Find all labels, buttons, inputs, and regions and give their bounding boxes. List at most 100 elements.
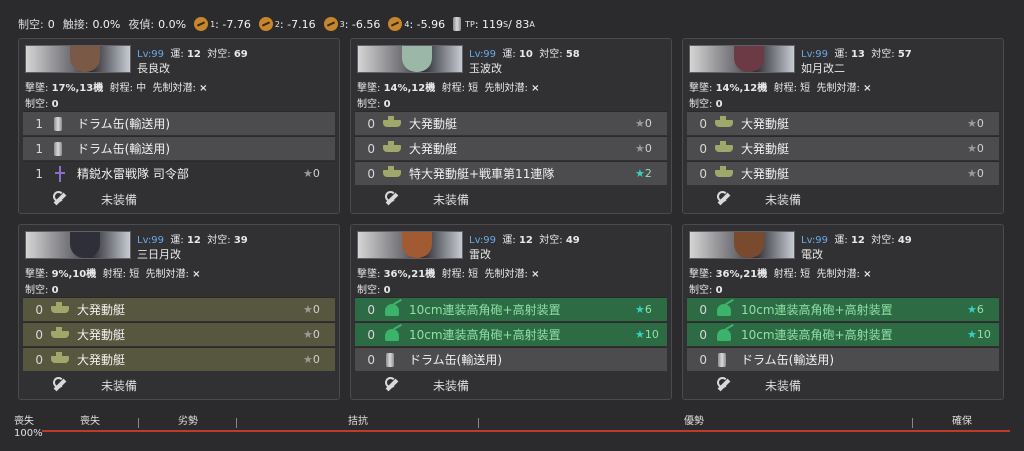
ship-name: 如月改二 [801,62,845,75]
reinforcement-slot[interactable]: 未装備 [687,187,999,211]
wrench-icon [51,190,69,208]
wrench-icon [715,190,733,208]
reinforcement-slot[interactable]: 未装備 [23,373,335,397]
ship-card[interactable]: Lv:99 運: 12 対空: 69 長良改 撃墜: 17%,13機 射程: 中… [18,38,340,214]
equipment-slot[interactable]: 0 大発動艇 ★0 [355,136,667,160]
ship-shootdown: 36%,21機 [383,269,436,280]
ship-asw: × [531,83,540,94]
equipment-slot[interactable]: 0 大発動艇 ★0 [687,161,999,185]
equipment-slot[interactable]: 0 大発動艇 ★0 [687,111,999,135]
ship-range: 短 [800,83,811,94]
ship-asw: × [863,83,872,94]
ship-range: 短 [468,269,479,280]
seaplane-icon [258,17,273,31]
landing-craft-icon [383,141,401,152]
ship-aa: 57 [897,49,912,60]
equipment-slot[interactable]: 0 大発動艇 ★0 [23,322,335,346]
equipment-slot[interactable]: 0 10cm連装高角砲+高射装置 ★10 [687,322,999,346]
slot-count: 0 [367,166,375,181]
night-scout-stat: 夜偵: 0.0% [128,17,187,32]
equipment-slot[interactable]: 0 大発動艇 ★0 [23,297,335,321]
air-superiority-labels: 喪失 喪失 劣勢 拮抗 優勢 確保 [14,412,1010,427]
wrench-icon [383,376,401,394]
ship-card[interactable]: Lv:99 運: 13 対空: 57 如月改二 撃墜: 14%,12機 射程: … [682,38,1004,214]
ship-card[interactable]: Lv:99 運: 12 対空: 39 三日月改 撃墜: 9%,10機 射程: 短… [18,224,340,400]
equipment-name: 10cm連装高角砲+高射装置 [409,328,561,342]
equipment-name: 大発動艇 [741,117,790,131]
ship-level: Lv:99 [801,49,829,60]
air-label-superiority: 優勢 [684,416,704,427]
air-label-supremacy: 確保 [952,416,972,427]
unequipped-label: 未装備 [433,378,470,393]
ship-level-row: Lv:99 運: 10 対空: 58 [469,49,580,60]
landing-craft-icon [51,327,69,338]
equipment-name: ドラム缶(輸送用) [77,117,171,131]
improvement-level: ★2 [635,167,652,180]
wrench-icon [383,190,401,208]
ship-name: 雷改 [469,248,491,261]
tp-stat: TP : 119 S / 83 A [453,17,535,31]
landing-craft-icon [715,141,733,152]
reinforcement-slot[interactable]: 未装備 [355,373,667,397]
slot-count: 1 [35,116,43,131]
unequipped-label: 未装備 [433,192,470,207]
landing-craft-icon [715,116,733,127]
ship-air-control: 制空: 0 [357,99,391,110]
ship-asw: × [192,269,201,280]
air-label-lost-edge: 喪失 [14,416,34,427]
equipment-slot[interactable]: 1 精鋭水雷戦隊 司令部 ★0 [23,161,335,185]
ship-range: 短 [800,269,811,280]
equipment-slot[interactable]: 0 ドラム缶(輸送用) [355,347,667,371]
improvement-level: ★0 [635,142,652,155]
ship-air-control: 制空: 0 [25,285,59,296]
star-icon: ★ [303,303,313,316]
ship-aa: 69 [233,49,248,60]
equipment-slot[interactable]: 0 大発動艇 ★0 [355,111,667,135]
ship-air-control: 制空: 0 [689,285,723,296]
air-control-stat: 制空: 0 [18,17,55,32]
ship-card[interactable]: Lv:99 運: 12 対空: 49 雷改 撃墜: 36%,21機 射程: 短 … [350,224,672,400]
ship-air-control: 制空: 0 [689,99,723,110]
star-icon: ★ [635,328,645,341]
slot-count: 0 [35,327,43,342]
ship-luck: 12 [850,235,865,246]
ship-aa: 39 [233,235,248,246]
equipment-slot[interactable]: 0 10cm連装高角砲+高射装置 ★6 [687,297,999,321]
ship-card[interactable]: Lv:99 運: 10 対空: 58 玉波改 撃墜: 14%,12機 射程: 短… [350,38,672,214]
ship-luck: 10 [518,49,533,60]
landing-craft-icon [383,166,401,177]
reinforcement-slot[interactable]: 未装備 [687,373,999,397]
ship-banner [689,45,795,73]
equipment-slot[interactable]: 0 特大発動艇+戦車第11連隊 ★2 [355,161,667,185]
equipment-slot[interactable]: 1 ドラム缶(輸送用) [23,111,335,135]
equipment-name: 大発動艇 [741,142,790,156]
aa-gun-icon [385,303,399,316]
slot-count: 1 [35,141,43,156]
equipment-slot[interactable]: 0 10cm連装高角砲+高射装置 ★6 [355,297,667,321]
slot-count: 0 [35,352,43,367]
equipment-slot[interactable]: 0 大発動艇 ★0 [23,347,335,371]
unequipped-label: 未装備 [765,378,802,393]
ship-name: 長良改 [137,62,170,75]
ship-portrait [402,46,432,72]
aa-gun-icon [717,303,731,316]
equipment-name: 大発動艇 [77,303,126,317]
ship-card[interactable]: Lv:99 運: 12 対空: 49 電改 撃墜: 36%,21機 射程: 短 … [682,224,1004,400]
improvement-level: ★6 [635,303,652,316]
ship-level: Lv:99 [137,235,165,246]
ship-shootdown: 36%,21機 [715,269,768,280]
star-icon: ★ [635,142,645,155]
equipment-slot[interactable]: 0 ドラム缶(輸送用) [687,347,999,371]
ship-banner [689,231,795,259]
equipment-name: 精鋭水雷戦隊 司令部 [77,167,189,181]
star-icon: ★ [635,167,645,180]
equipment-slot[interactable]: 0 10cm連装高角砲+高射装置 ★10 [355,322,667,346]
ship-range: 短 [468,83,479,94]
landing-craft-icon [383,116,401,127]
air-label-denial: 劣勢 [178,416,198,427]
bar-tick [236,418,237,428]
equipment-slot[interactable]: 0 大発動艇 ★0 [687,136,999,160]
reinforcement-slot[interactable]: 未装備 [23,187,335,211]
equipment-slot[interactable]: 1 ドラム缶(輸送用) [23,136,335,160]
reinforcement-slot[interactable]: 未装備 [355,187,667,211]
